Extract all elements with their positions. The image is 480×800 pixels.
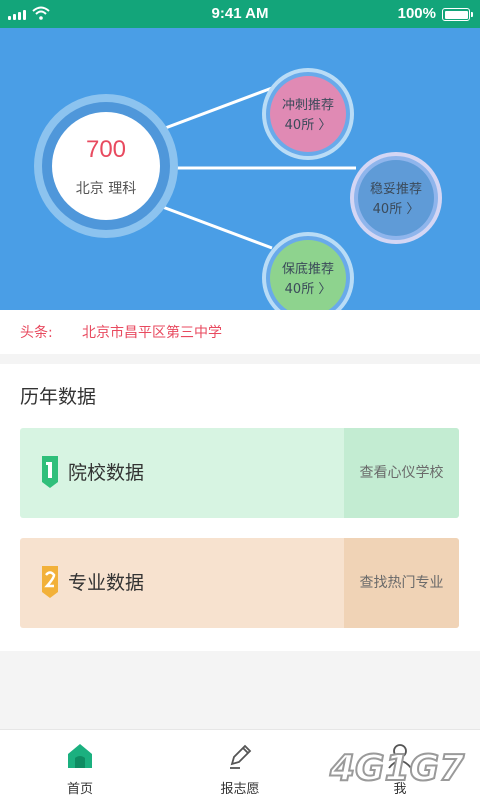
major-data-title: 专业数据 [68,572,145,594]
major-data-action-label: 查找热门专业 [359,575,444,591]
tab-apply[interactable]: 报志愿 [190,730,290,800]
safe-recommend-button[interactable]: 稳妥推荐 40所 〉 [358,160,434,236]
rank-two-badge-icon [42,566,58,598]
battery-percent: 100% [397,5,436,22]
tab-home[interactable]: 首页 [30,730,130,800]
site-watermark-logo: 4G1G7 [328,747,465,790]
score-hero: 700 北京 理科 冲刺推荐 40所 〉 稳妥推荐 40所 〉 保底推荐 40所… [0,28,480,316]
score-circle: 700 北京 理科 [52,112,160,220]
score-subtitle: 北京 理科 [75,181,137,197]
rush-recommend-label: 冲刺推荐 [281,98,334,113]
base-recommend-button[interactable]: 保底推荐 40所 〉 [270,240,346,316]
college-data-title: 院校数据 [68,462,145,484]
headline-bar[interactable]: 头条: 北京市昌平区第三中学 [0,310,480,354]
status-bar: 9:41 AM 100% [0,0,480,28]
headline-label: 头条: [20,325,53,341]
major-data-card[interactable]: 专业数据 查找热门专业 [20,538,459,628]
home-icon [68,744,92,768]
college-data-card[interactable]: 院校数据 查看心仪学校 [20,428,459,518]
rank-one-badge-icon [42,456,58,488]
rush-recommend-count: 40所 〉 [284,118,332,133]
svg-text:4G1G7: 4G1G7 [329,748,464,789]
section-title: 历年数据 [20,386,97,408]
safe-recommend-count: 40所 〉 [372,202,420,217]
score-value: 700 [85,136,127,163]
college-data-action[interactable]: 查看心仪学校 [344,428,459,518]
pencil-icon [230,744,252,769]
battery-icon [442,8,473,21]
tab-home-label: 首页 [66,782,93,797]
rush-recommend-button[interactable]: 冲刺推荐 40所 〉 [270,76,346,152]
tab-apply-label: 报志愿 [220,782,260,797]
college-data-action-label: 查看心仪学校 [359,465,444,481]
base-recommend-label: 保底推荐 [281,262,334,277]
major-data-action[interactable]: 查找热门专业 [344,538,459,628]
headline-link[interactable]: 北京市昌平区第三中学 [82,322,222,342]
history-section: 历年数据 院校数据 查看心仪学校 专业数据 查找热门专业 [0,364,480,651]
safe-recommend-label: 稳妥推荐 [369,182,422,197]
base-recommend-count: 40所 〉 [284,282,332,297]
